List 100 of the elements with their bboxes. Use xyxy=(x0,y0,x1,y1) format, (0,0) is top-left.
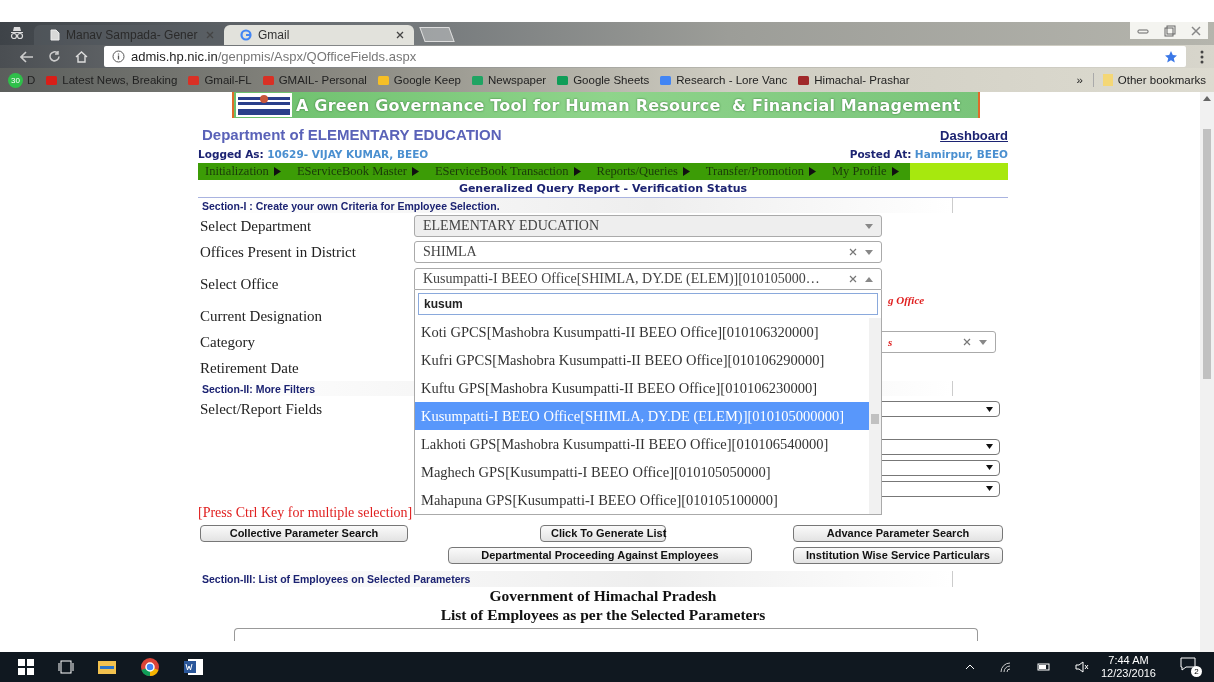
field-label: Category xyxy=(199,333,256,351)
close-icon[interactable] xyxy=(396,31,404,39)
logged-as: Logged As: 10629- VIJAY KUMAR, BEEO xyxy=(198,148,429,162)
clock-time: 7:44 AM xyxy=(1108,654,1149,667)
google-icon xyxy=(240,29,252,41)
scrollbar[interactable] xyxy=(869,318,881,514)
bookmark-icon xyxy=(45,73,59,87)
folder-icon xyxy=(1101,73,1114,87)
caret-icon xyxy=(891,167,899,176)
message-icon xyxy=(1180,657,1196,671)
chrome-icon[interactable] xyxy=(140,657,160,677)
bookmark[interactable]: Google Keep xyxy=(376,73,461,87)
menu-item[interactable]: EServiceBook Transaction xyxy=(427,164,590,179)
logo-icon xyxy=(236,93,292,117)
clear-icon[interactable] xyxy=(963,338,971,346)
heading-field[interactable] xyxy=(234,628,978,641)
bookmark-icon xyxy=(471,73,484,87)
caret-icon xyxy=(273,167,281,176)
wifi-icon[interactable] xyxy=(998,661,1013,673)
task-view-icon[interactable] xyxy=(58,660,74,674)
report-subheading: List of Employees as per the Selected Parameters xyxy=(439,606,767,625)
bookmark[interactable]: Himachal- Prashar xyxy=(797,73,910,87)
folder-icon[interactable] xyxy=(98,659,116,675)
action-button[interactable]: Collective Parameter Search xyxy=(200,524,408,542)
dashboard-link[interactable]: Dashboard xyxy=(940,128,1008,143)
field-label: Current Designation xyxy=(199,307,324,325)
caret-icon xyxy=(865,276,873,282)
new-tab-button[interactable] xyxy=(419,27,455,42)
caret-icon xyxy=(809,167,816,176)
bookmark-icon xyxy=(187,73,201,87)
bookmark-icon xyxy=(556,73,570,87)
bookmark[interactable]: Gmail-FL xyxy=(187,73,252,87)
bookmark[interactable]: Newspaper xyxy=(471,73,547,87)
menu-item[interactable]: Transfer/Promotion xyxy=(698,164,825,179)
battery-icon[interactable] xyxy=(1036,662,1051,672)
section-title: Section-III: List of Employees on Selected Parameters xyxy=(202,573,471,585)
notification-button[interactable]: 2 xyxy=(1180,657,1202,677)
bookmark[interactable]: Google Sheets xyxy=(556,73,650,87)
dropdown-option[interactable]: Koti GPCS[Mashobra Kusumpatti-II BEEO Office][010106320000] xyxy=(415,318,869,346)
dropdown-option[interactable]: Maghech GPS[Kusumpatti-I BEEO Office][010105050000] xyxy=(415,458,869,486)
menu-item[interactable]: My Profile xyxy=(825,164,908,179)
caret-icon xyxy=(986,444,993,449)
field-label: Retirement Date xyxy=(199,359,300,377)
windows-icon[interactable] xyxy=(18,659,34,675)
info-icon xyxy=(112,50,125,63)
home-icon[interactable] xyxy=(75,50,88,63)
caret-icon xyxy=(573,167,581,176)
speaker-icon[interactable] xyxy=(1074,661,1089,673)
section-title: Section-II: More Filters xyxy=(202,382,316,395)
caret-icon xyxy=(865,223,873,229)
bookmark-icon xyxy=(376,73,390,87)
action-button[interactable]: Departmental Proceeding Against Employees xyxy=(448,546,752,564)
field-label: Select Department xyxy=(199,217,313,235)
caret-icon xyxy=(979,339,987,345)
menu-item[interactable]: Initialization xyxy=(198,164,290,179)
hint-text: [Press Ctrl Key for multiple selection] xyxy=(198,505,414,521)
action-button[interactable]: Click To Generate List xyxy=(540,524,666,542)
clear-icon[interactable] xyxy=(849,275,857,283)
banner-title: A Green Governance Tool for Human Resource & Financial Management xyxy=(296,95,961,115)
restore-icon[interactable] xyxy=(1164,24,1176,37)
back-icon[interactable] xyxy=(20,50,34,63)
scrollbar[interactable] xyxy=(1200,92,1214,652)
menu-item[interactable]: Reports/Queries xyxy=(589,164,699,179)
dropdown-option[interactable]: Kuftu GPS[Mashobra Kusumpatti-II BEEO Office][010106230000] xyxy=(415,374,869,402)
dropdown-option[interactable]: Kufri GPCS[Mashobra Kusumpatti-II BEEO Office][010106290000] xyxy=(415,346,869,374)
menu-item[interactable]: EServiceBook Master xyxy=(289,164,428,179)
bookmark[interactable]: Research - Lore Vanc xyxy=(659,73,788,87)
caret-icon xyxy=(411,167,419,176)
clear-icon[interactable] xyxy=(849,248,857,256)
close-icon[interactable] xyxy=(1190,25,1201,36)
section-title: Section-I : Create your own Criteria for Employee Selection. xyxy=(202,199,500,212)
chevron-up-icon[interactable] xyxy=(964,664,975,670)
clock[interactable]: 7:44 AM 12/23/2016 xyxy=(1100,654,1156,680)
caret-icon xyxy=(986,465,993,470)
select-field[interactable]: SHIMLA xyxy=(414,241,882,263)
action-button[interactable]: Advance Parameter Search xyxy=(793,524,1003,542)
note-text: g Office xyxy=(888,294,925,306)
department-title: Department of ELEMENTARY EDUCATION xyxy=(201,126,502,143)
menu-icon[interactable] xyxy=(1200,49,1204,64)
address-bar[interactable]: admis.hp.nic.in/genpmis/Aspx/QOfficeFields.aspx xyxy=(104,46,1186,67)
dropdown-option[interactable]: Mahapuna GPS[Kusumpatti-I BEEO Office][010105100000] xyxy=(415,486,869,514)
select-field[interactable]: Kusumpatti-I BEEO Office[SHIMLA, DY.DE (ELEM)][010105000… xyxy=(414,268,882,290)
browser-tab[interactable]: Gmail xyxy=(224,25,414,45)
dropdown-option[interactable]: Lakhoti GPS[Mashobra Kusumpatti-II BEEO Office][010106540000] xyxy=(415,430,869,458)
report-heading: Government of Himachal Pradesh xyxy=(488,587,718,606)
reload-icon[interactable] xyxy=(48,50,61,63)
bookmark-folder[interactable]: Other bookmarks xyxy=(1092,73,1206,87)
posted-at: Posted At: Hamirpur, BEEO xyxy=(849,148,1008,162)
caret-icon xyxy=(986,486,993,491)
clock-date: 12/23/2016 xyxy=(1100,667,1156,680)
word-icon[interactable] xyxy=(184,658,204,676)
action-button[interactable]: Institution Wise Service Particulars xyxy=(793,546,1003,564)
field-label: Select/Report Fields xyxy=(199,400,324,418)
bookmark-icon xyxy=(659,73,673,87)
note-text: s xyxy=(888,336,893,348)
scroll-up-icon[interactable] xyxy=(1203,96,1211,101)
bookmarks-overflow[interactable]: » xyxy=(1076,74,1083,86)
star-icon[interactable] xyxy=(1164,49,1178,64)
bookmark[interactable]: GMAIL- Personal xyxy=(261,73,367,87)
search-field[interactable]: kusum xyxy=(418,293,878,315)
